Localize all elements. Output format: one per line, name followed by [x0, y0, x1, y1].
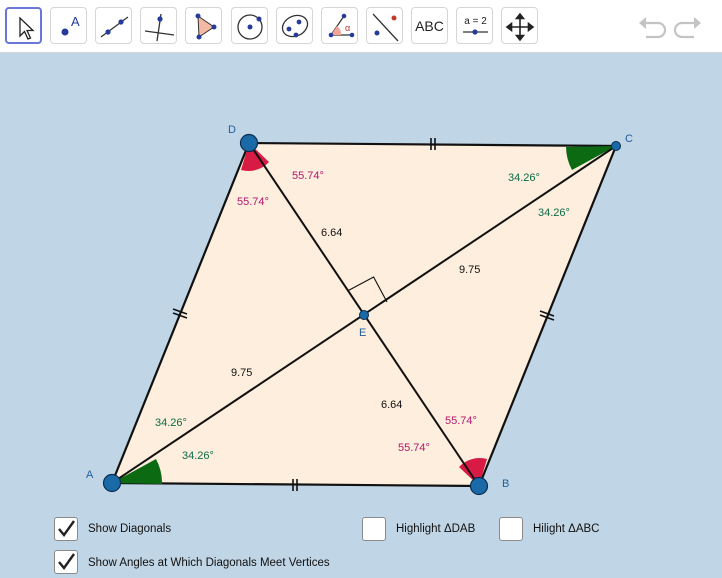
reflect-icon	[372, 13, 399, 42]
undo-button[interactable]	[636, 10, 668, 42]
perpendicular-line-tool-button[interactable]	[140, 7, 177, 44]
redo-icon	[673, 17, 701, 39]
angle-label-d1: 55.74°	[292, 170, 324, 182]
angle-label-b2: 55.74°	[398, 442, 430, 454]
show-diagonals-label[interactable]: Show Diagonals	[88, 523, 171, 535]
angle-label-a2: 34.26°	[182, 450, 214, 462]
point-e[interactable]	[359, 310, 369, 320]
angle-label-d2: 55.74°	[237, 196, 269, 208]
text-tool-button[interactable]: ABC	[411, 7, 448, 44]
show-angles-label[interactable]: Show Angles at Which Diagonals Meet Vert…	[88, 557, 330, 569]
angle-label-c1: 34.26°	[508, 172, 540, 184]
length-de: 6.64	[321, 227, 342, 239]
angle-icon: α	[328, 13, 355, 38]
hilight-abc-label[interactable]: Hilight ΔABC	[533, 523, 599, 535]
label-a: A	[86, 469, 94, 481]
geometry-canvas[interactable]: A B C D E 6.64 9.75 9.75 6.64 55.74° 55.…	[0, 53, 722, 513]
angle-tool-label: α	[345, 23, 350, 33]
slider-icon: a = 2	[463, 16, 488, 35]
move-tool-button[interactable]	[5, 7, 42, 44]
undo-icon	[639, 17, 667, 39]
label-b: B	[502, 478, 509, 490]
line-icon	[100, 16, 129, 38]
ellipse-icon	[281, 14, 309, 38]
point-d[interactable]	[239, 133, 259, 153]
length-ae: 9.75	[231, 367, 252, 379]
point-icon: A	[61, 14, 80, 36]
show-angles-checkbox[interactable]	[54, 550, 78, 574]
reflect-tool-button[interactable]	[366, 7, 403, 44]
slider-tool-button[interactable]: a = 2	[456, 7, 493, 44]
perpendicular-line-icon	[144, 13, 175, 42]
point-a[interactable]	[102, 473, 122, 493]
toolbar: A α ABC a = 2	[0, 0, 722, 53]
angle-label-b1: 55.74°	[445, 415, 477, 427]
angle-tool-button[interactable]: α	[321, 7, 358, 44]
point-c[interactable]	[611, 141, 621, 151]
text-tool-label: ABC	[415, 18, 444, 34]
point-tool-button[interactable]: A	[50, 7, 87, 44]
length-eb: 6.64	[381, 399, 402, 411]
length-ec: 9.75	[459, 264, 480, 276]
point-b[interactable]	[469, 476, 489, 496]
angle-label-c2: 34.26°	[538, 207, 570, 219]
highlight-dab-label[interactable]: Highlight ΔDAB	[396, 523, 475, 535]
redo-button[interactable]	[672, 10, 704, 42]
polygon-icon	[195, 13, 217, 40]
point-tool-label: A	[71, 14, 80, 29]
cursor-arrow-icon	[19, 16, 35, 40]
move-arrows-icon	[505, 12, 535, 42]
label-c: C	[625, 133, 633, 145]
circle-icon	[237, 14, 263, 40]
circle-tool-button[interactable]	[231, 7, 268, 44]
show-diagonals-checkbox[interactable]	[54, 517, 78, 541]
angle-label-a1: 34.26°	[155, 417, 187, 429]
polygon-tool-button[interactable]	[185, 7, 222, 44]
checkmark-icon	[58, 520, 75, 537]
hilight-abc-checkbox[interactable]	[499, 517, 523, 541]
label-e: E	[359, 327, 366, 339]
ellipse-tool-button[interactable]	[276, 7, 313, 44]
move-graphics-view-tool-button[interactable]	[501, 7, 538, 44]
checkmark-icon	[58, 553, 75, 570]
line-tool-button[interactable]	[95, 7, 132, 44]
label-d: D	[228, 124, 236, 136]
highlight-dab-checkbox[interactable]	[362, 517, 386, 541]
slider-tool-label: a = 2	[464, 16, 487, 27]
